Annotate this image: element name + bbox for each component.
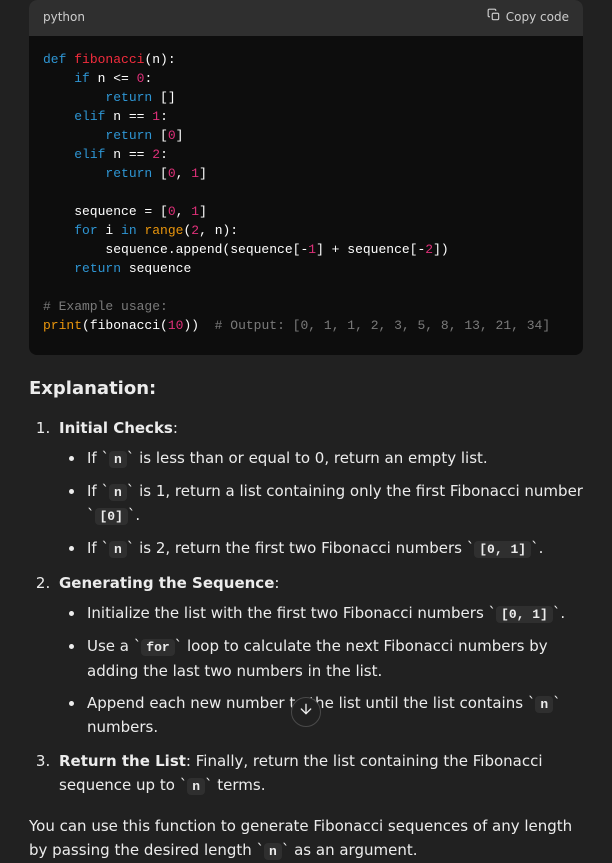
inline-code: [0, 1] bbox=[496, 606, 553, 623]
copy-icon bbox=[487, 8, 501, 28]
copy-code-label: Copy code bbox=[506, 8, 569, 27]
inline-code: n bbox=[109, 451, 127, 468]
code-content[interactable]: def fibonacci(n): if n <= 0: return [] e… bbox=[29, 36, 583, 355]
list-item: If `n` is 1, return a list containing on… bbox=[85, 479, 583, 529]
inline-code: n bbox=[264, 843, 282, 860]
list-item: Append each new number to the list until… bbox=[85, 691, 583, 740]
list-item: If `n` is less than or equal to 0, retur… bbox=[85, 446, 583, 471]
inline-code: [0, 1] bbox=[474, 541, 531, 558]
explanation-heading: Explanation: bbox=[29, 375, 583, 404]
inline-code: n bbox=[109, 484, 127, 501]
inline-code: for bbox=[141, 639, 174, 656]
code-block: python Copy code def fibonacci(n): if n … bbox=[29, 0, 583, 355]
item-title: Initial Checks bbox=[59, 419, 173, 437]
code-language: python bbox=[43, 8, 85, 27]
inline-code: n bbox=[187, 778, 205, 795]
list-item: If `n` is 2, return the first two Fibona… bbox=[85, 536, 583, 561]
arrow-down-icon bbox=[298, 700, 314, 724]
list-item: Initialize the list with the first two F… bbox=[85, 601, 583, 626]
explanation-list: Initial Checks: If `n` is less than or e… bbox=[29, 416, 583, 798]
scroll-down-button[interactable] bbox=[291, 697, 321, 727]
list-item: Use a `for` loop to calculate the next F… bbox=[85, 634, 583, 683]
inline-code: [0] bbox=[95, 508, 128, 525]
closing-paragraph: You can use this function to generate Fi… bbox=[29, 814, 583, 863]
copy-code-button[interactable]: Copy code bbox=[487, 8, 569, 28]
list-item: Initial Checks: If `n` is less than or e… bbox=[55, 416, 583, 561]
inline-code: n bbox=[109, 541, 127, 558]
code-header: python Copy code bbox=[29, 0, 583, 36]
list-item: Return the List: Finally, return the lis… bbox=[55, 749, 583, 798]
item-title: Return the List bbox=[59, 752, 186, 770]
inline-code: n bbox=[535, 696, 553, 713]
item-title: Generating the Sequence bbox=[59, 574, 274, 592]
